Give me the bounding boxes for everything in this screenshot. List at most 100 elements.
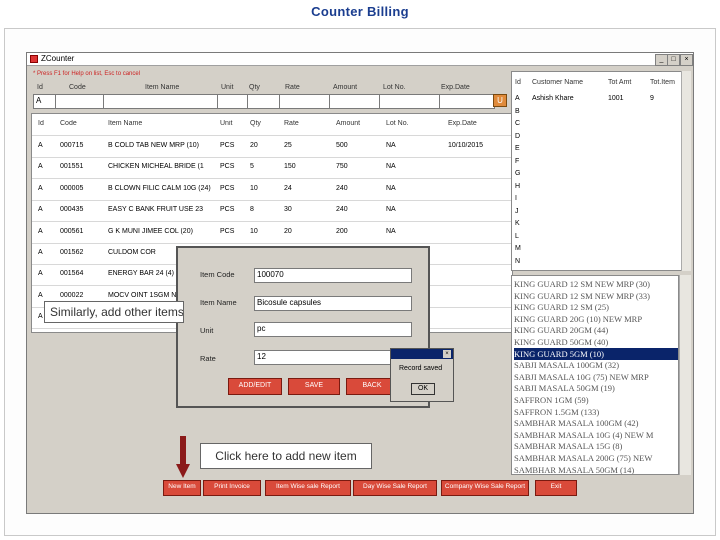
customer-row[interactable]: H xyxy=(512,182,690,193)
customer-cell: K xyxy=(515,220,520,227)
msgbox-ok-button[interactable]: OK xyxy=(411,383,435,395)
customer-cell: F xyxy=(515,157,520,165)
instruction-callout: Similarly, add other items xyxy=(44,301,184,323)
table-cell: B COLD TAB NEW MRP (10) xyxy=(108,142,200,149)
table-row[interactable]: A 001551 CHICKEN MICHEAL BRIDE (1 PCS 5 150 75… xyxy=(32,157,512,180)
close-button[interactable]: × xyxy=(680,54,693,66)
table-cell: 750 xyxy=(336,163,348,171)
col-item-name: Item Name xyxy=(145,84,180,91)
msgbox-close-icon[interactable]: × xyxy=(443,350,451,358)
itemwise-sale-report-button[interactable]: Item Wise sale Report xyxy=(265,480,351,496)
table-header-row[interactable]: Id Code Item Name Unit Qty Rate Amount Lot No. E… xyxy=(32,114,512,136)
maximize-button[interactable]: □ xyxy=(667,54,680,66)
add-edit-button[interactable]: ADD/EDIT xyxy=(228,378,282,395)
unit-input[interactable] xyxy=(217,94,249,109)
table-cell: 000435 xyxy=(60,206,84,214)
table-cell: 000715 xyxy=(60,142,84,149)
item-list-entry[interactable]: KING GUARD 5GM (10) xyxy=(514,347,678,360)
item-list-entry[interactable]: SAMBHAR MASALA 200G (75) NEW xyxy=(514,452,678,464)
item-list-entry[interactable]: SAMBHAR MASALA 100GM (42) xyxy=(514,417,678,429)
item-list-entry[interactable]: KING GUARD 12 SM NEW MRP (30) xyxy=(514,278,678,290)
id-input[interactable]: A xyxy=(33,94,57,109)
item-list-entry[interactable]: SAMBHAR MASALA 15G (8) xyxy=(514,440,678,452)
u-button[interactable]: U xyxy=(493,94,507,107)
customer-row[interactable]: K xyxy=(512,219,690,230)
companywise-sale-report-button[interactable]: Company Wise Sale Report xyxy=(441,480,529,496)
customer-row[interactable]: B xyxy=(512,107,690,118)
customer-row[interactable]: G xyxy=(512,169,690,180)
col-code: Code xyxy=(69,84,86,91)
table-row[interactable]: A 000005 B CLOWN FILIC CALM 10G (24) PCS 10 2… xyxy=(32,179,512,201)
table-cell: Rate xyxy=(284,120,299,127)
item-list-scrollbar[interactable] xyxy=(679,275,691,475)
customer-header-row[interactable]: Id Customer Name Tot Amt Tot.Item xyxy=(512,78,690,89)
customer-row[interactable]: F xyxy=(512,157,690,168)
rate-input[interactable] xyxy=(279,94,331,109)
item-list-entry[interactable]: KING GUARD 20GM (44) xyxy=(514,324,678,336)
item-list-entry[interactable]: SAMBHAR MASALA 50GM (14) xyxy=(514,464,678,474)
amount-input[interactable] xyxy=(329,94,381,109)
item-list-entry[interactable]: KING GUARD 12 SM (25) xyxy=(514,301,678,313)
item-list-entry[interactable]: SABJI MASALA 10G (75) NEW MRP xyxy=(514,371,678,383)
table-cell: PCS xyxy=(220,184,235,192)
print-invoice-button[interactable]: Print Invoice xyxy=(203,480,261,496)
qty-input[interactable] xyxy=(247,94,281,109)
table-row[interactable]: A 000561 G K MUNI JIMEE COL (20) PCS 10 20 200… xyxy=(32,222,512,244)
customer-row[interactable]: J xyxy=(512,207,690,218)
lot-no-input[interactable] xyxy=(379,94,441,109)
customer-row[interactable]: E xyxy=(512,144,690,155)
item-list-entry[interactable]: SABJI MASALA 50GM (19) xyxy=(514,382,678,394)
customer-cell: L xyxy=(515,232,519,240)
item-list-entry[interactable]: SABJI MASALA 100GM (32) xyxy=(514,359,678,371)
app-icon xyxy=(30,55,38,63)
daywise-sale-report-button[interactable]: Day Wise Sale Report xyxy=(353,480,437,496)
customer-row[interactable]: A Ashish Khare 1001 9 xyxy=(512,94,690,105)
customer-scrollbar[interactable] xyxy=(681,71,691,271)
new-item-button[interactable]: New Item xyxy=(163,480,201,496)
item-name-field[interactable]: Bicosule capsules xyxy=(254,296,412,311)
customer-cell: Tot Amt xyxy=(608,79,632,86)
table-cell: 25 xyxy=(284,142,292,149)
table-cell: 000022 xyxy=(60,291,84,299)
code-input[interactable] xyxy=(55,94,105,109)
item-list-entry[interactable]: KING GUARD 20G (10) NEW MRP xyxy=(514,313,678,325)
exit-button[interactable]: Exit xyxy=(535,480,577,496)
table-cell: A xyxy=(38,249,43,256)
save-button[interactable]: SAVE xyxy=(288,378,340,395)
customer-row[interactable]: M xyxy=(512,244,690,255)
customer-row[interactable]: N xyxy=(512,257,690,268)
col-lot-no: Lot No. xyxy=(383,84,406,91)
exp-date-input[interactable] xyxy=(439,94,495,109)
table-cell: NA xyxy=(386,184,396,192)
table-cell: A xyxy=(38,270,43,278)
table-cell: Lot No. xyxy=(386,120,409,127)
table-row[interactable]: A 000715 B COLD TAB NEW MRP (10) PCS 20 25 500… xyxy=(32,136,512,158)
table-cell: EASY C BANK FRUIT USE 23 xyxy=(108,206,204,214)
item-list-entry[interactable]: KING GUARD 12 SM NEW MRP (33) xyxy=(514,290,678,302)
table-row[interactable]: A 000435 EASY C BANK FRUIT USE 23 PCS 8 30 240… xyxy=(32,200,512,223)
customer-row[interactable]: L xyxy=(512,232,690,243)
customer-cell: E xyxy=(515,145,520,152)
table-cell: 8 xyxy=(250,206,254,214)
item-list-entry[interactable]: KING GUARD 50GM (40) xyxy=(514,336,678,348)
table-cell: 001551 xyxy=(60,163,84,171)
item-list-entry[interactable]: SAFFRON 1.5GM (133) xyxy=(514,406,678,418)
item-name-input[interactable] xyxy=(103,94,219,109)
customer-cell: 9 xyxy=(650,95,654,102)
customer-row[interactable]: D xyxy=(512,132,690,143)
customer-row[interactable]: I xyxy=(512,194,690,205)
table-cell: 24 xyxy=(284,184,292,192)
rate-field[interactable]: 12 xyxy=(254,350,412,365)
customer-row[interactable]: C xyxy=(512,119,690,130)
customer-cell: J xyxy=(515,207,519,215)
table-cell: A xyxy=(38,163,43,171)
table-cell: Code xyxy=(60,120,77,127)
item-list-entry[interactable]: SAFFRON 1GM (59) xyxy=(514,394,678,406)
item-list-entry[interactable]: SAMBHAR MASALA 10G (4) NEW M xyxy=(514,429,678,441)
table-cell: 20 xyxy=(284,227,292,235)
unit-field[interactable]: pc xyxy=(254,322,412,337)
customer-panel: Id Customer Name Tot Amt Tot.Item A Ashish Kh… xyxy=(511,71,691,271)
item-code-field[interactable]: 100070 xyxy=(254,268,412,283)
table-cell: A xyxy=(38,227,43,235)
table-cell: CHICKEN MICHEAL BRIDE (1 xyxy=(108,163,204,171)
